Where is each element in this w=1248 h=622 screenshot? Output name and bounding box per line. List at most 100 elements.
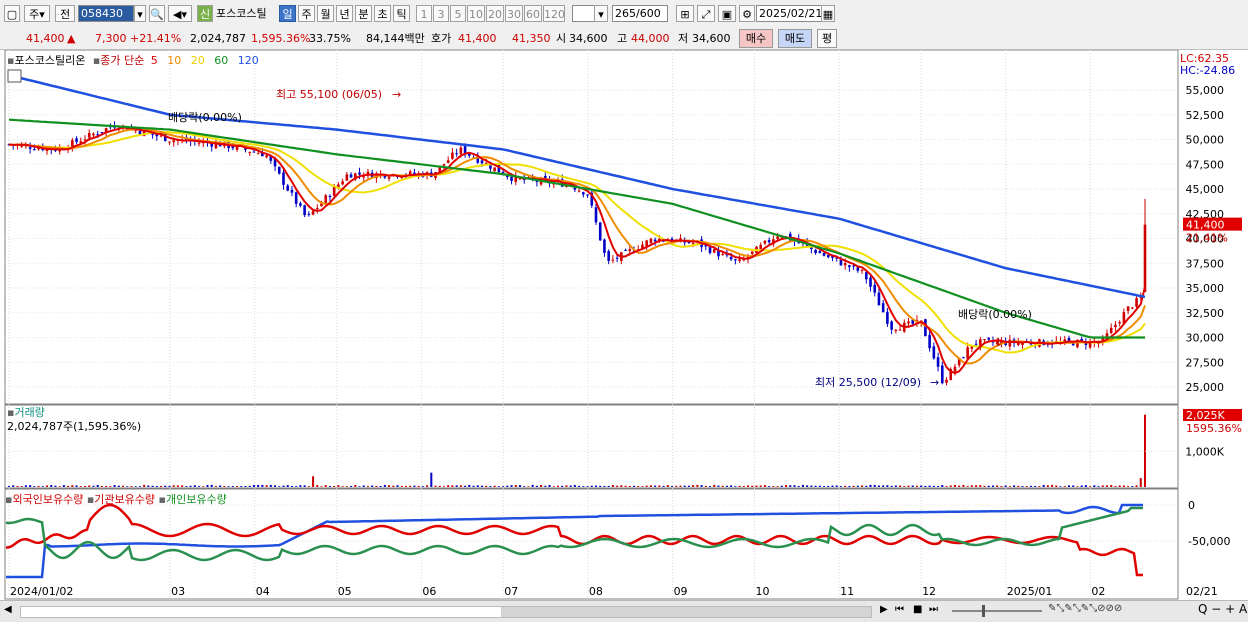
period-button[interactable]: 월: [317, 5, 334, 22]
interval-button[interactable]: 1: [416, 5, 432, 22]
save-icon[interactable]: ▣: [718, 5, 736, 22]
first-icon[interactable]: ⏮: [895, 604, 904, 615]
sell-button[interactable]: 매도: [778, 29, 812, 48]
volume-bar: [907, 485, 910, 487]
volume-bar: [844, 485, 847, 487]
volume-bar: [236, 486, 239, 487]
x-tick-label: 04: [256, 585, 270, 598]
volume-bar: [442, 486, 445, 487]
stop-icon[interactable]: ■: [913, 604, 922, 615]
volume-bar: [928, 485, 931, 487]
candle-body: [294, 192, 298, 204]
volume-bar: [649, 485, 652, 487]
window-icon[interactable]: ▢: [4, 5, 20, 22]
interval-dropdown[interactable]: ▾: [594, 5, 608, 22]
volume-bar: [354, 484, 357, 487]
drawing-tools-icon[interactable]: ✎⤡✎⤡✎⤡⊘⊘⊘: [1048, 603, 1122, 614]
volume-bar: [958, 485, 961, 487]
candle-body: [738, 259, 741, 261]
volume-bar: [759, 485, 762, 487]
volume-bar: [890, 485, 893, 487]
period-button[interactable]: 주: [298, 5, 315, 22]
institution-holding-label: 기관보유수량: [94, 493, 156, 506]
scroll-left-icon[interactable]: ◀: [4, 604, 12, 615]
volume-bar: [1004, 485, 1007, 487]
credit-badge: 신: [197, 5, 213, 22]
period-button[interactable]: 일: [279, 5, 296, 22]
stock-chart-svg[interactable]: 2024/01/02 03 04 05 06 07 08 09 10 11 12 2025/01 02 0…: [0, 50, 1248, 621]
trade-amount: 84,144백만: [366, 32, 425, 45]
interval-button[interactable]: 120: [543, 5, 565, 22]
candle-body: [873, 284, 877, 293]
zoom-slider[interactable]: [952, 605, 1042, 617]
volume-bar: [341, 486, 344, 487]
volume-bar: [827, 485, 830, 487]
volume-bar: [755, 485, 758, 487]
draw-tool-icon[interactable]: ⤢: [697, 5, 715, 22]
buy-button[interactable]: 매수: [739, 29, 773, 48]
gear-icon[interactable]: ⚙: [739, 5, 755, 22]
interval-button[interactable]: 20: [486, 5, 504, 22]
price-change-pct: +21.41%: [130, 32, 182, 45]
interval-button[interactable]: 10: [467, 5, 485, 22]
ma60-label: 60: [214, 54, 229, 67]
volume-bar: [214, 486, 217, 487]
candle-body: [248, 151, 252, 153]
volume-bar: [717, 485, 720, 487]
volume-bar: [861, 485, 864, 487]
stock-code-input[interactable]: 058430: [78, 5, 134, 22]
candle-body: [924, 319, 927, 337]
volume-bar: [552, 486, 555, 487]
y-tick-label: 55,000: [1186, 84, 1225, 97]
sound-icon[interactable]: ◀▾: [168, 5, 192, 22]
volume-bar: [379, 486, 382, 487]
date-input[interactable]: 2025/02/21: [756, 5, 822, 22]
market-select[interactable]: 주▾: [24, 5, 50, 22]
volume-bar: [561, 485, 564, 487]
x-tick-label: 2024/01/02: [10, 585, 73, 598]
prev-button[interactable]: 전: [55, 5, 75, 22]
bottom-scrollbar[interactable]: ◀ ▶ ⏮ ■ ⏭ ✎⤡✎⤡✎⤡⊘⊘⊘ Q − + A: [0, 600, 1248, 622]
scroll-thumb[interactable]: [501, 607, 871, 617]
period-button[interactable]: 년: [336, 5, 353, 22]
interval-button[interactable]: 5: [450, 5, 466, 22]
scroll-track[interactable]: [20, 606, 872, 618]
volume-bar: [1097, 486, 1100, 487]
last-icon[interactable]: ⏭: [929, 604, 938, 615]
eval-button[interactable]: 평: [817, 29, 837, 48]
volume-bar: [1105, 485, 1108, 487]
y-tick-label: 45,000: [1186, 183, 1225, 196]
volume-bar: [337, 485, 340, 487]
volume-bar: [1093, 485, 1096, 487]
period-button[interactable]: 초: [374, 5, 391, 22]
volume-bar: [71, 485, 74, 487]
period-button[interactable]: 분: [355, 5, 372, 22]
volume-bar: [797, 485, 800, 487]
count-input[interactable]: 265/600: [612, 5, 668, 22]
calendar-icon[interactable]: ▦: [821, 5, 835, 22]
candle-body: [734, 259, 737, 261]
volume-bar: [464, 485, 467, 487]
interval-button[interactable]: 60: [524, 5, 542, 22]
interval-button[interactable]: 30: [505, 5, 523, 22]
low-price: 34,600: [692, 32, 731, 45]
candle-body: [75, 138, 78, 142]
code-dropdown[interactable]: ▾: [134, 5, 146, 22]
candle-body: [936, 357, 940, 367]
candle-body: [869, 277, 872, 287]
volume-bar: [138, 486, 141, 487]
volume-bar: [776, 486, 779, 487]
scroll-right-icon[interactable]: ▶: [880, 604, 888, 615]
volume-bar: [202, 486, 205, 487]
volume-bar: [831, 485, 834, 487]
volume-bar: [941, 485, 944, 487]
volume-bar: [459, 485, 462, 487]
zoom-controls-icon[interactable]: Q − + A: [1198, 602, 1247, 616]
search-icon[interactable]: 🔍: [149, 5, 165, 22]
volume-bar: [100, 486, 103, 487]
chart-tool-icon[interactable]: ⊞: [676, 5, 694, 22]
volume-bar: [248, 485, 251, 487]
interval-button[interactable]: 3: [433, 5, 449, 22]
volume-bar: [991, 485, 994, 487]
period-button[interactable]: 틱: [393, 5, 410, 22]
